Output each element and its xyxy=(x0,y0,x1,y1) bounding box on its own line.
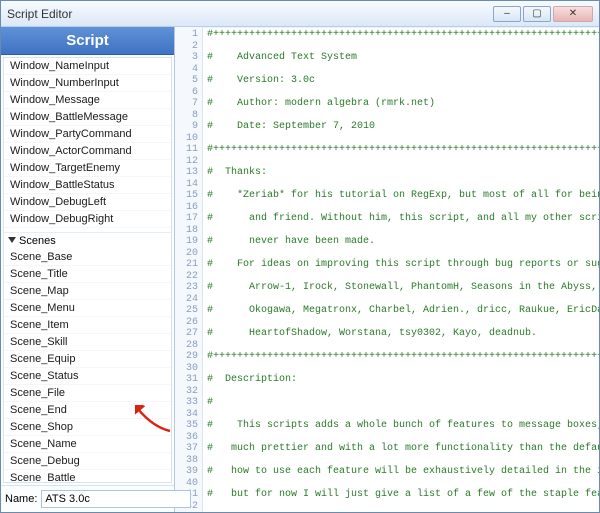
code-line: #+++++++++++++++++++++++++++++++++++++++… xyxy=(207,144,599,156)
tree-item-window[interactable]: Window_DebugRight xyxy=(4,211,171,228)
name-input[interactable] xyxy=(41,490,191,508)
script-editor-window: Script Editor – ▢ ✕ Script Window_NameIn… xyxy=(0,0,600,513)
tree-item-scene[interactable]: Scene_Name xyxy=(4,436,171,453)
tree-item-scene[interactable]: Scene_Menu xyxy=(4,300,171,317)
code-line: # Version: 3.0c xyxy=(207,75,599,87)
tree-item-window[interactable]: Window_TargetEnemy xyxy=(4,160,171,177)
code-line: # Description: xyxy=(207,374,599,386)
code-line: # much prettier and with a lot more func… xyxy=(207,443,599,455)
tree-item-scene[interactable]: Scene_End xyxy=(4,402,171,419)
code-line: # Okogawa, Megatronx, Charbel, Adrien., … xyxy=(207,305,599,317)
tree-item-scene[interactable]: Scene_Debug xyxy=(4,453,171,470)
titlebar[interactable]: Script Editor – ▢ ✕ xyxy=(1,1,599,27)
tree-item-scene[interactable]: Scene_Battle xyxy=(4,470,171,483)
name-row: Name: xyxy=(1,485,174,512)
code-line: #+++++++++++++++++++++++++++++++++++++++… xyxy=(207,29,599,41)
tree-item-scene[interactable]: Scene_Base xyxy=(4,249,171,266)
category-label: Scenes xyxy=(19,235,56,247)
close-button[interactable]: ✕ xyxy=(553,6,593,22)
tree-item-window[interactable]: Window_NumberInput xyxy=(4,75,171,92)
category-scenes[interactable]: Scenes xyxy=(4,232,171,249)
code-area[interactable]: #+++++++++++++++++++++++++++++++++++++++… xyxy=(203,27,599,512)
script-list-header: Script xyxy=(1,27,174,55)
tree-item-scene[interactable]: Scene_Title xyxy=(4,266,171,283)
window-body: Script Window_NameInputWindow_NumberInpu… xyxy=(1,27,599,512)
code-line: # but for now I will just give a list of… xyxy=(207,489,599,501)
tree-item-scene[interactable]: Scene_Skill xyxy=(4,334,171,351)
maximize-button[interactable]: ▢ xyxy=(523,6,551,22)
code-line: # This scripts adds a whole bunch of fea… xyxy=(207,420,599,432)
code-panel: 1 2 3 4 5 6 7 8 9 10 11 12 13 14 15 16 1… xyxy=(175,27,599,512)
tree-item-scene[interactable]: Scene_Equip xyxy=(4,351,171,368)
chevron-down-icon xyxy=(8,237,16,243)
tree-item-scene[interactable]: Scene_Map xyxy=(4,283,171,300)
tree-item-scene[interactable]: Scene_Item xyxy=(4,317,171,334)
tree-item-window[interactable]: Window_DebugLeft xyxy=(4,194,171,211)
code-line: # HeartofShadow, Worstana, tsy0302, Kayo… xyxy=(207,328,599,340)
name-label: Name: xyxy=(5,493,37,505)
code-line: # For ideas on improving this script thr… xyxy=(207,259,599,271)
tree-item-scene[interactable]: Scene_Status xyxy=(4,368,171,385)
tree-item-window[interactable]: Window_ActorCommand xyxy=(4,143,171,160)
tree-item-window[interactable]: Window_Message xyxy=(4,92,171,109)
left-panel: Script Window_NameInputWindow_NumberInpu… xyxy=(1,27,175,512)
code-line: # Author: modern algebra (rmrk.net) xyxy=(207,98,599,110)
window-title: Script Editor xyxy=(7,7,72,21)
code-line: # Thanks: xyxy=(207,167,599,179)
code-line: # and friend. Without him, this script, … xyxy=(207,213,599,225)
code-line: # Date: September 7, 2010 xyxy=(207,121,599,133)
line-gutter: 1 2 3 4 5 6 7 8 9 10 11 12 13 14 15 16 1… xyxy=(175,27,203,512)
tree-item-scene[interactable]: Scene_Shop xyxy=(4,419,171,436)
code-line: # *Zeriab* for his tutorial on RegExp, b… xyxy=(207,190,599,202)
code-line: # how to use each feature will be exhaus… xyxy=(207,466,599,478)
tree-item-window[interactable]: Window_NameInput xyxy=(4,58,171,75)
tree-item-window[interactable]: Window_BattleStatus xyxy=(4,177,171,194)
code-line: # Advanced Text System xyxy=(207,52,599,64)
tree-item-scene[interactable]: Scene_File xyxy=(4,385,171,402)
code-line: # xyxy=(207,397,599,409)
code-line: #+++++++++++++++++++++++++++++++++++++++… xyxy=(207,351,599,363)
code-line: # Arrow-1, Irock, Stonewall, PhantomH, S… xyxy=(207,282,599,294)
minimize-button[interactable]: – xyxy=(493,6,521,22)
tree-item-window[interactable]: Window_PartyCommand xyxy=(4,126,171,143)
code-line: # never have been made. xyxy=(207,236,599,248)
tree-item-window[interactable]: Window_BattleMessage xyxy=(4,109,171,126)
script-tree[interactable]: Window_NameInputWindow_NumberInputWindow… xyxy=(3,57,172,483)
